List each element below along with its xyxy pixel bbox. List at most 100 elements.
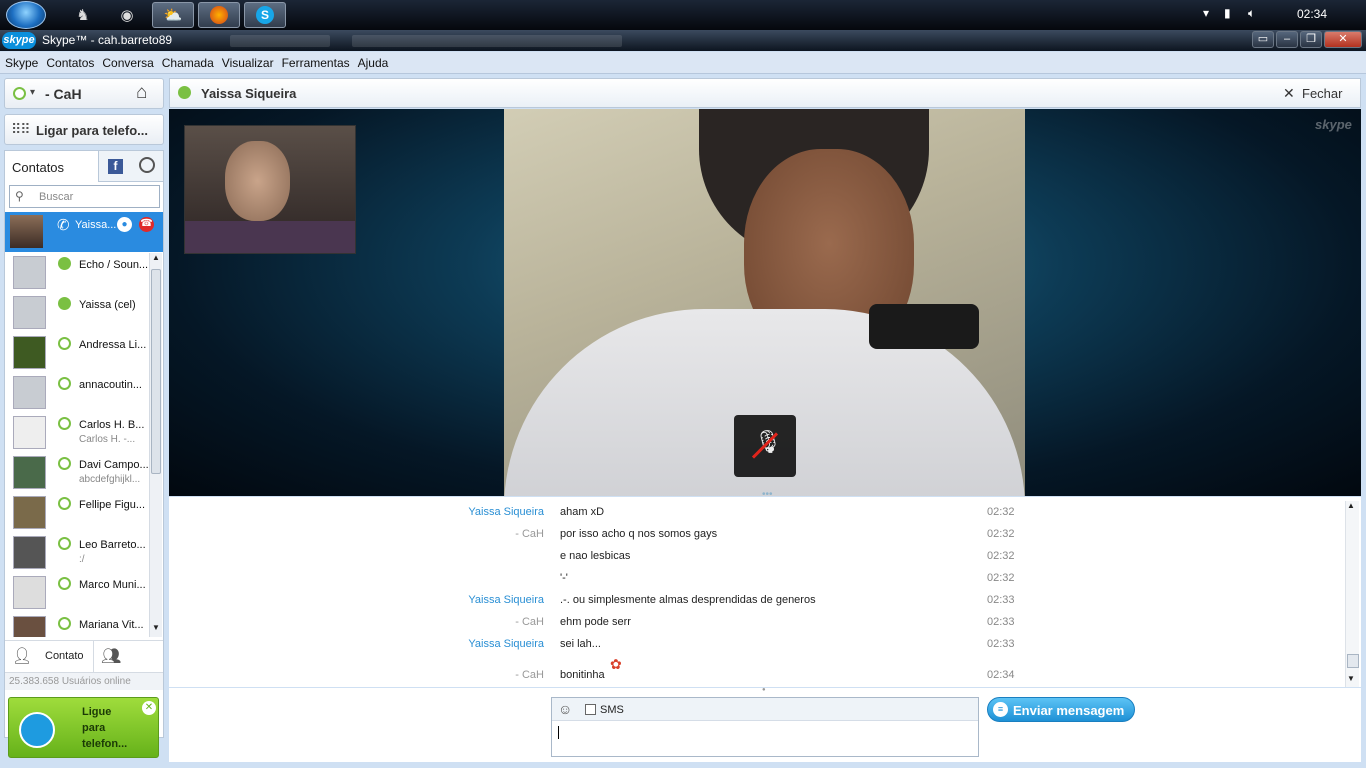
menu-chamada[interactable]: Chamada: [162, 56, 214, 70]
scroll-up-icon[interactable]: ▲: [1347, 501, 1355, 510]
message-sender[interactable]: - CaH: [409, 528, 544, 540]
taskbar: ♞ ◉ ⛅ S ▾ ▮ 🔈︎ 02:34: [0, 0, 1366, 30]
facebook-icon[interactable]: f: [108, 159, 123, 174]
chevron-down-icon[interactable]: ▾: [30, 87, 35, 98]
menu-contatos[interactable]: Contatos: [46, 56, 94, 70]
menu-ajuda[interactable]: Ajuda: [358, 56, 389, 70]
scroll-up-icon[interactable]: ▲: [150, 253, 162, 266]
resize-handle[interactable]: ●: [762, 687, 766, 693]
contact-item-active[interactable]: ✆ Yaissa... ● ☎: [5, 212, 163, 252]
promo-text-3: telefon...: [82, 738, 128, 750]
message-text: ehm pode serr: [560, 616, 631, 628]
sms-checkbox[interactable]: [585, 704, 596, 715]
menu-visualizar[interactable]: Visualizar: [222, 56, 274, 70]
message-time: 02:33: [987, 594, 1015, 606]
firefox-taskbar-button[interactable]: [198, 2, 240, 28]
contact-name: Davi Campo...: [79, 459, 148, 471]
hang-up-icon[interactable]: ☎: [139, 217, 154, 232]
phone-promo-icon: [19, 712, 55, 748]
message-text: sei lah...: [560, 638, 601, 650]
app-icon-2[interactable]: ◉: [106, 2, 148, 28]
contact-item[interactable]: Carlos H. B... Carlos H. -...: [5, 413, 148, 453]
contact-item[interactable]: annacoutin...: [5, 373, 148, 413]
contact-item[interactable]: Davi Campo... abcdefghijkl...: [5, 453, 148, 493]
contact-name: Mariana Vit...: [79, 619, 144, 631]
search-placeholder: Buscar: [39, 191, 74, 203]
contact-item[interactable]: Leo Barreto...:/: [5, 533, 148, 573]
avatar: [13, 456, 46, 489]
contact-item[interactable]: Fellipe Figu...: [5, 493, 148, 533]
resize-handle[interactable]: •••: [762, 489, 773, 496]
history-icon[interactable]: [139, 157, 155, 173]
promo-banner[interactable]: Ligue para telefon... ✕: [8, 697, 159, 758]
add-contact-icon: 👤︎: [12, 648, 33, 665]
start-button[interactable]: [6, 1, 46, 29]
skype-taskbar-button[interactable]: S: [244, 2, 286, 28]
message-sender[interactable]: Yaissa Siqueira: [409, 594, 544, 606]
contact-item[interactable]: Mariana Vit...: [5, 613, 148, 637]
add-group-icon[interactable]: 👥︎: [101, 646, 121, 666]
contact-item[interactable]: Yaissa (cel): [5, 293, 148, 333]
online-status-icon: [58, 417, 71, 430]
online-status-icon: [13, 87, 26, 100]
contacts-panel: ⚲ Buscar ✆ Yaissa... ● ☎ Echo / Soun... …: [4, 182, 164, 738]
message-sender[interactable]: Yaissa Siqueira: [409, 638, 544, 650]
contact-name: Andressa Li...: [79, 339, 147, 351]
scroll-down-icon[interactable]: ▼: [150, 623, 162, 636]
clock[interactable]: 02:34: [1297, 7, 1327, 21]
contact-name: Fellipe Figu...: [79, 499, 146, 511]
scroll-thumb[interactable]: [151, 269, 161, 474]
minimize-button[interactable]: –: [1276, 31, 1298, 48]
dialpad-icon: ⠿⠿: [11, 121, 30, 137]
message-sender[interactable]: - CaH: [409, 616, 544, 628]
menu-skype[interactable]: Skype: [5, 56, 38, 70]
contact-item[interactable]: Andressa Li...: [5, 333, 148, 373]
profile-bar[interactable]: ▾ - CaH ⌂: [4, 78, 164, 109]
app-icon-1[interactable]: ♞: [62, 2, 104, 28]
emoticon-icon[interactable]: ☺: [558, 701, 572, 717]
message-time: 02:32: [987, 506, 1015, 518]
app-icon-3[interactable]: ⛅: [152, 2, 194, 28]
call-phones-button[interactable]: ⠿⠿ Ligar para telefo...: [4, 114, 164, 145]
contacts-footer: 👤︎ Contato 👥︎: [5, 640, 163, 672]
message-text: .-. ou simplesmente almas desprendidas d…: [560, 594, 816, 606]
contact-name: Echo / Soun...: [79, 259, 148, 271]
contact-item[interactable]: Echo / Soun...: [5, 253, 148, 293]
message-sender[interactable]: - CaH: [409, 669, 544, 681]
close-conversation-button[interactable]: Fechar: [1302, 86, 1342, 101]
message-input[interactable]: [552, 722, 978, 756]
avatar: [13, 336, 46, 369]
contacts-scrollbar[interactable]: ▲ ▼: [149, 253, 162, 637]
conversation-title[interactable]: Yaissa Siqueira: [201, 86, 296, 101]
close-icon[interactable]: ✕: [1283, 85, 1295, 102]
maximize-button[interactable]: ❐: [1300, 31, 1322, 48]
scroll-down-icon[interactable]: ▼: [1347, 674, 1355, 683]
add-contact-button[interactable]: 👤︎ Contato: [5, 641, 93, 672]
chat-scrollbar[interactable]: ▲ ▼: [1345, 501, 1359, 687]
chat-message: - CaH bonitinha 02:34: [169, 669, 1349, 689]
scroll-thumb[interactable]: [1347, 654, 1359, 668]
search-input[interactable]: ⚲ Buscar: [9, 185, 160, 208]
close-promo-icon[interactable]: ✕: [142, 701, 156, 715]
self-video[interactable]: [184, 125, 356, 254]
volume-icon[interactable]: 🔈︎: [1248, 6, 1255, 21]
avatar: [13, 296, 46, 329]
profile-name[interactable]: - CaH: [45, 86, 82, 102]
mute-button[interactable]: 🎙︎: [734, 415, 796, 477]
close-window-button[interactable]: ✕: [1324, 31, 1362, 48]
home-icon[interactable]: ⌂: [136, 82, 147, 104]
network-icon[interactable]: ▮: [1224, 6, 1231, 20]
online-status-icon: [178, 86, 191, 99]
menu-ferramentas[interactable]: Ferramentas: [282, 56, 350, 70]
microphone-icon[interactable]: ●: [117, 217, 132, 232]
tab-contatos[interactable]: Contatos: [5, 151, 99, 182]
divider: [93, 641, 94, 672]
tray-expand-icon[interactable]: ▾: [1203, 6, 1209, 20]
send-message-button[interactable]: ≡ Enviar mensagem: [987, 697, 1135, 722]
menu-conversa[interactable]: Conversa: [102, 56, 153, 70]
skype-logo: skype: [2, 32, 36, 49]
message-sender[interactable]: Yaissa Siqueira: [409, 506, 544, 518]
compact-view-button[interactable]: ▭: [1252, 31, 1274, 48]
contact-item[interactable]: Marco Muni...: [5, 573, 148, 613]
contact-mood: Carlos H. -...: [79, 434, 136, 445]
